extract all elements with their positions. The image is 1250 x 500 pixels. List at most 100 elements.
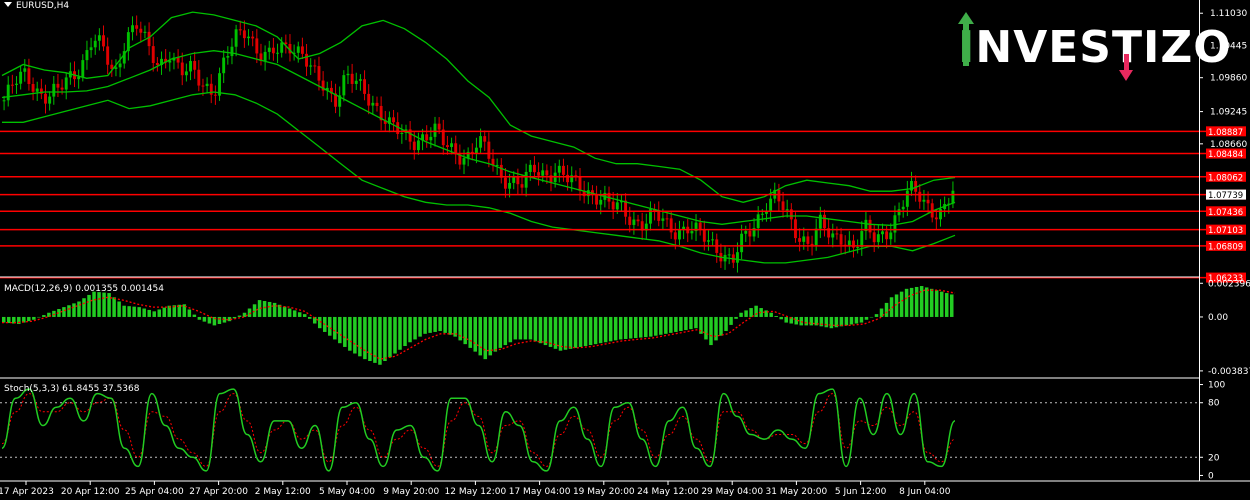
candle-body: [342, 75, 346, 96]
candle-body: [557, 165, 561, 173]
macd-histogram-bar: [944, 293, 949, 317]
candle-body: [760, 213, 764, 215]
macd-histogram-bar: [633, 316, 638, 339]
macd-histogram-bar: [423, 316, 427, 334]
candle-body: [657, 210, 661, 221]
candle-body: [425, 134, 429, 141]
macd-histogram-bar: [513, 316, 518, 340]
x-tick-label: 19 May 20:00: [573, 487, 635, 497]
macd-histogram-bar: [383, 316, 387, 362]
macd-histogram-bar: [844, 316, 849, 326]
candle-body: [296, 46, 300, 53]
candle-body: [578, 176, 582, 191]
macd-histogram-bar: [408, 316, 412, 343]
macd-histogram-bar: [523, 316, 528, 340]
candle-body: [781, 201, 785, 211]
candle-body: [860, 231, 864, 247]
candle-body: [901, 206, 905, 210]
candle-body: [487, 141, 491, 159]
candle-body: [599, 199, 603, 205]
symbol-header[interactable]: EURUSD,H4: [4, 1, 69, 11]
macd-histogram-bar: [473, 316, 477, 352]
macd-histogram-bar: [613, 316, 618, 341]
candle-body: [189, 61, 192, 72]
candle-body: [89, 47, 93, 51]
x-axis: 17 Apr 2023 20 Apr 12:00 25 Apr 04:00 27 Ap…: [0, 481, 951, 497]
macd-histogram-bar: [242, 312, 247, 317]
macd-histogram-bar: [809, 316, 814, 326]
candle-body: [77, 76, 81, 80]
macd-histogram-bar: [518, 316, 523, 340]
candle-body: [885, 231, 889, 240]
dropdown-triangle-icon[interactable]: [4, 2, 12, 7]
candle-body: [690, 231, 694, 234]
candle-body: [350, 73, 354, 84]
macd-histogram-bar: [734, 316, 738, 319]
macd-histogram-bar: [779, 316, 783, 320]
macd-histogram-bar: [644, 316, 648, 338]
macd-histogram-bar: [563, 316, 568, 350]
candle-body: [566, 174, 570, 183]
candle-body: [271, 47, 275, 54]
candle-body: [6, 84, 10, 101]
macd-histogram-bar: [874, 314, 879, 317]
macd-histogram-bar: [388, 316, 392, 358]
macd-histogram-bar: [72, 303, 76, 317]
candle-body: [305, 53, 308, 67]
candle-body: [802, 236, 806, 242]
macd-histogram-bar: [468, 316, 472, 348]
candle-body: [881, 231, 884, 235]
candle-body: [922, 199, 926, 202]
macd-histogram-bar: [849, 316, 854, 325]
macd-histogram-bar: [774, 316, 778, 317]
macd-histogram-bar: [272, 302, 277, 317]
candle-body: [184, 71, 188, 76]
macd-histogram-bar: [262, 301, 267, 317]
candle-body: [147, 31, 151, 47]
candle-body: [255, 38, 259, 54]
candle-body: [736, 252, 739, 263]
candle-body: [60, 87, 64, 90]
macd-histogram-bar: [157, 309, 162, 317]
macd-histogram-bar: [343, 316, 347, 347]
candle-body: [135, 25, 139, 29]
macd-histogram-bar: [909, 287, 914, 317]
candle-body: [313, 65, 317, 67]
level-price-label: 1.07436: [1208, 208, 1243, 218]
macd-pane: MACD(12,26,9) 0.001355 0.001454: [2, 284, 956, 365]
macd-histogram-bar: [122, 305, 126, 317]
macd-histogram-bar: [107, 293, 111, 317]
candle-body: [429, 136, 433, 141]
macd-histogram-bar: [307, 316, 312, 319]
candle-body: [856, 246, 860, 248]
x-tick-label: 17 Apr 2023: [0, 487, 54, 497]
candle-body: [561, 165, 565, 175]
macd-histogram-bar: [297, 312, 302, 317]
macd-histogram-bar: [197, 316, 202, 320]
x-tick-label: 31 May 20:00: [766, 487, 828, 497]
macd-y-tick-label: 0.002396: [1208, 279, 1250, 289]
macd-histogram-bar: [202, 316, 207, 322]
macd-histogram-bar: [463, 316, 467, 345]
candle-body: [44, 93, 47, 104]
candle-body: [433, 123, 437, 137]
candle-body: [665, 218, 669, 220]
macd-histogram-bar: [398, 316, 402, 350]
macd-histogram-bar: [824, 316, 829, 328]
macd-histogram-bar: [639, 316, 643, 338]
macd-histogram-bar: [162, 307, 167, 317]
candle-body: [740, 233, 744, 253]
candle-body: [201, 85, 205, 87]
macd-histogram-bar: [252, 304, 257, 317]
macd-histogram-bar: [87, 294, 91, 317]
x-tick-label: 2 May 12:00: [255, 487, 311, 497]
level-price-label: 1.06809: [1208, 242, 1243, 252]
candle-body: [595, 194, 599, 205]
macd-histogram-bar: [548, 316, 553, 347]
macd-histogram-bar: [533, 316, 538, 342]
macd-histogram-bar: [82, 298, 86, 317]
candle-body: [479, 136, 483, 148]
candle-body: [678, 230, 681, 240]
macd-histogram-bar: [829, 316, 834, 329]
candle-body: [785, 209, 789, 211]
